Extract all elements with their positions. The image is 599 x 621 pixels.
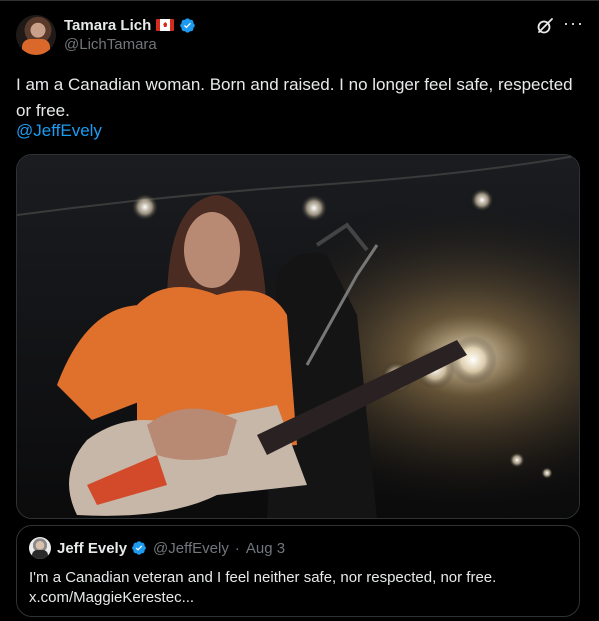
more-options-icon[interactable]: ··· [563,13,583,33]
quoted-date[interactable]: Aug 3 [246,540,285,557]
quoted-link[interactable]: x.com/MaggieKerestec... [29,588,569,608]
grok-icon[interactable] [535,16,555,36]
post-photo[interactable] [16,154,580,519]
verified-badge-icon [132,541,146,555]
quoted-author-avatar[interactable] [29,537,51,559]
author-name[interactable]: Tamara Lich [64,17,151,34]
canada-flag-icon [156,19,175,31]
concert-photo-image [17,155,579,518]
post-card[interactable]: Tamara Lich @LichTamara ··· I am a Canad… [0,0,599,621]
quoted-separator: · [234,539,240,557]
post-header: Tamara Lich @LichTamara [64,15,534,55]
quoted-author-handle: @JeffEvely [153,539,229,557]
author-name-row: Tamara Lich [64,15,534,35]
verified-badge-icon [180,17,196,33]
quoted-post-text: I'm a Canadian veteran and I feel neithe… [29,568,569,608]
author-handle[interactable]: @LichTamara [64,36,534,53]
author-avatar[interactable] [16,15,56,55]
post-mention-link[interactable]: @JeffEvely [16,119,102,143]
quoted-post[interactable]: Jeff Evely @JeffEvely · Aug 3 I'm a Cana… [16,525,580,617]
quoted-post-header: Jeff Evely @JeffEvely · Aug 3 [57,538,285,558]
quoted-text-line: I'm a Canadian veteran and I feel neithe… [29,569,497,586]
quoted-author-name[interactable]: Jeff Evely [57,540,127,557]
post-text: I am a Canadian woman. Born and raised. … [16,75,573,120]
